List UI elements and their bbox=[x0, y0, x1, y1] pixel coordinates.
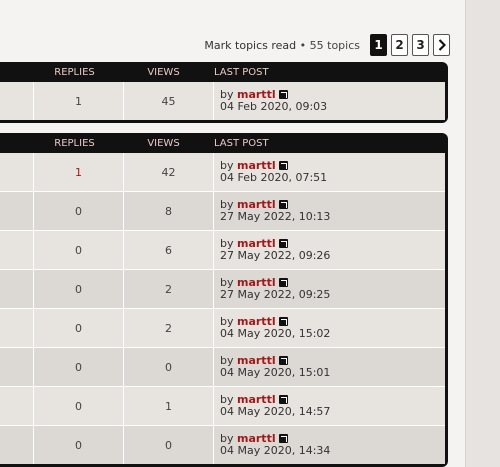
replies-count: 1 bbox=[34, 82, 124, 120]
replies-count: 0 bbox=[34, 348, 124, 386]
topic-title-cell[interactable] bbox=[0, 309, 34, 347]
replies-count: 0 bbox=[34, 192, 124, 230]
go-to-last-post-icon[interactable] bbox=[278, 239, 288, 248]
page-3-button[interactable]: 3 bbox=[412, 34, 429, 56]
page-1-button[interactable]: 1 bbox=[370, 34, 387, 56]
topic-count: • 55 topics bbox=[296, 38, 360, 52]
mark-topics-read-link[interactable]: Mark topics read bbox=[204, 39, 296, 52]
views-count: 8 bbox=[124, 192, 214, 230]
views-count: 0 bbox=[124, 348, 214, 386]
views-header: VIEWS bbox=[147, 66, 180, 78]
go-to-last-post-icon[interactable] bbox=[278, 356, 288, 365]
replies-header: REPLIES bbox=[54, 137, 95, 149]
topic-title-cell[interactable] bbox=[0, 387, 34, 425]
go-to-last-post-icon[interactable] bbox=[278, 434, 288, 443]
last-post-cell: by marttl 27 May 2022, 10:13 bbox=[214, 192, 445, 230]
topic-title-cell[interactable] bbox=[0, 348, 34, 386]
next-page-button[interactable] bbox=[433, 34, 450, 56]
last-post-date: 04 May 2020, 15:01 bbox=[220, 366, 331, 379]
last-post-cell: by marttl 04 May 2020, 14:34 bbox=[214, 426, 445, 464]
go-to-last-post-icon[interactable] bbox=[278, 161, 288, 170]
topics-list: 1 42 by marttl 04 Feb 2020, 07:51 0 8 by martt… bbox=[0, 153, 445, 464]
topic-row: 0 2 by marttl 04 May 2020, 15:02 bbox=[0, 309, 445, 348]
views-count: 2 bbox=[124, 309, 214, 347]
replies-count: 0 bbox=[34, 426, 124, 464]
last-post-cell: by marttl 27 May 2022, 09:25 bbox=[214, 270, 445, 308]
go-to-last-post-icon[interactable] bbox=[278, 278, 288, 287]
replies-header: REPLIES bbox=[54, 66, 95, 78]
go-to-last-post-icon[interactable] bbox=[278, 200, 288, 209]
replies-count: 0 bbox=[34, 309, 124, 347]
last-post-date: 04 Feb 2020, 07:51 bbox=[220, 171, 328, 184]
views-count: 42 bbox=[124, 153, 214, 191]
views-header: VIEWS bbox=[147, 137, 180, 149]
topic-title-cell[interactable] bbox=[0, 192, 34, 230]
page-2-button[interactable]: 2 bbox=[391, 34, 408, 56]
last-post-date: 27 May 2022, 09:25 bbox=[220, 288, 331, 301]
right-gutter bbox=[465, 0, 500, 467]
last-post-date: 04 May 2020, 15:02 bbox=[220, 327, 331, 340]
topic-row: 0 0 by marttl 04 May 2020, 15:01 bbox=[0, 348, 445, 387]
announcements-panel: REPLIES VIEWS LAST POST 1 45 by marttl 04 F… bbox=[0, 62, 448, 123]
last-post-cell: by marttl 04 Feb 2020, 09:03 bbox=[214, 82, 445, 120]
views-count: 0 bbox=[124, 426, 214, 464]
topics-header: REPLIES VIEWS LAST POST bbox=[0, 133, 448, 153]
last-post-cell: by marttl 04 May 2020, 15:01 bbox=[214, 348, 445, 386]
views-count: 1 bbox=[124, 387, 214, 425]
last-post-cell: by marttl 04 Feb 2020, 07:51 bbox=[214, 153, 445, 191]
replies-count: 0 bbox=[34, 387, 124, 425]
replies-count: 0 bbox=[34, 270, 124, 308]
topic-title-cell[interactable] bbox=[0, 82, 34, 120]
views-count: 6 bbox=[124, 231, 214, 269]
views-count: 45 bbox=[124, 82, 214, 120]
last-post-header: LAST POST bbox=[214, 66, 269, 78]
go-to-last-post-icon[interactable] bbox=[278, 90, 288, 99]
go-to-last-post-icon[interactable] bbox=[278, 317, 288, 326]
go-to-last-post-icon[interactable] bbox=[278, 395, 288, 404]
topic-row: 1 45 by marttl 04 Feb 2020, 09:03 bbox=[0, 82, 445, 120]
last-post-cell: by marttl 27 May 2022, 09:26 bbox=[214, 231, 445, 269]
toolbar-info: Mark topics read • 55 topics bbox=[204, 39, 360, 52]
last-post-date: 27 May 2022, 09:26 bbox=[220, 249, 331, 262]
last-post-date: 04 Feb 2020, 09:03 bbox=[220, 100, 328, 113]
topic-row: 0 0 by marttl 04 May 2020, 14:34 bbox=[0, 426, 445, 464]
announcements-list: 1 45 by marttl 04 Feb 2020, 09:03 bbox=[0, 82, 445, 120]
last-post-header: LAST POST bbox=[214, 137, 269, 149]
topic-title-cell[interactable] bbox=[0, 426, 34, 464]
topic-toolbar: Mark topics read • 55 topics 1 2 3 bbox=[204, 34, 450, 56]
topic-row: 0 6 by marttl 27 May 2022, 09:26 bbox=[0, 231, 445, 270]
replies-count: 1 bbox=[34, 153, 124, 191]
topic-title-cell[interactable] bbox=[0, 270, 34, 308]
topic-row: 1 42 by marttl 04 Feb 2020, 07:51 bbox=[0, 153, 445, 192]
topic-row: 0 2 by marttl 27 May 2022, 09:25 bbox=[0, 270, 445, 309]
last-post-cell: by marttl 04 May 2020, 14:57 bbox=[214, 387, 445, 425]
chevron-right-icon bbox=[438, 39, 446, 51]
last-post-date: 27 May 2022, 10:13 bbox=[220, 210, 331, 223]
topics-panel: REPLIES VIEWS LAST POST 1 42 by marttl 04 F… bbox=[0, 133, 448, 467]
last-post-date: 04 May 2020, 14:57 bbox=[220, 405, 331, 418]
announcements-header: REPLIES VIEWS LAST POST bbox=[0, 62, 448, 82]
topic-row: 0 1 by marttl 04 May 2020, 14:57 bbox=[0, 387, 445, 426]
replies-count: 0 bbox=[34, 231, 124, 269]
topic-title-cell[interactable] bbox=[0, 231, 34, 269]
topic-row: 0 8 by marttl 27 May 2022, 10:13 bbox=[0, 192, 445, 231]
topic-title-cell[interactable] bbox=[0, 153, 34, 191]
views-count: 2 bbox=[124, 270, 214, 308]
last-post-cell: by marttl 04 May 2020, 15:02 bbox=[214, 309, 445, 347]
last-post-date: 04 May 2020, 14:34 bbox=[220, 444, 331, 457]
